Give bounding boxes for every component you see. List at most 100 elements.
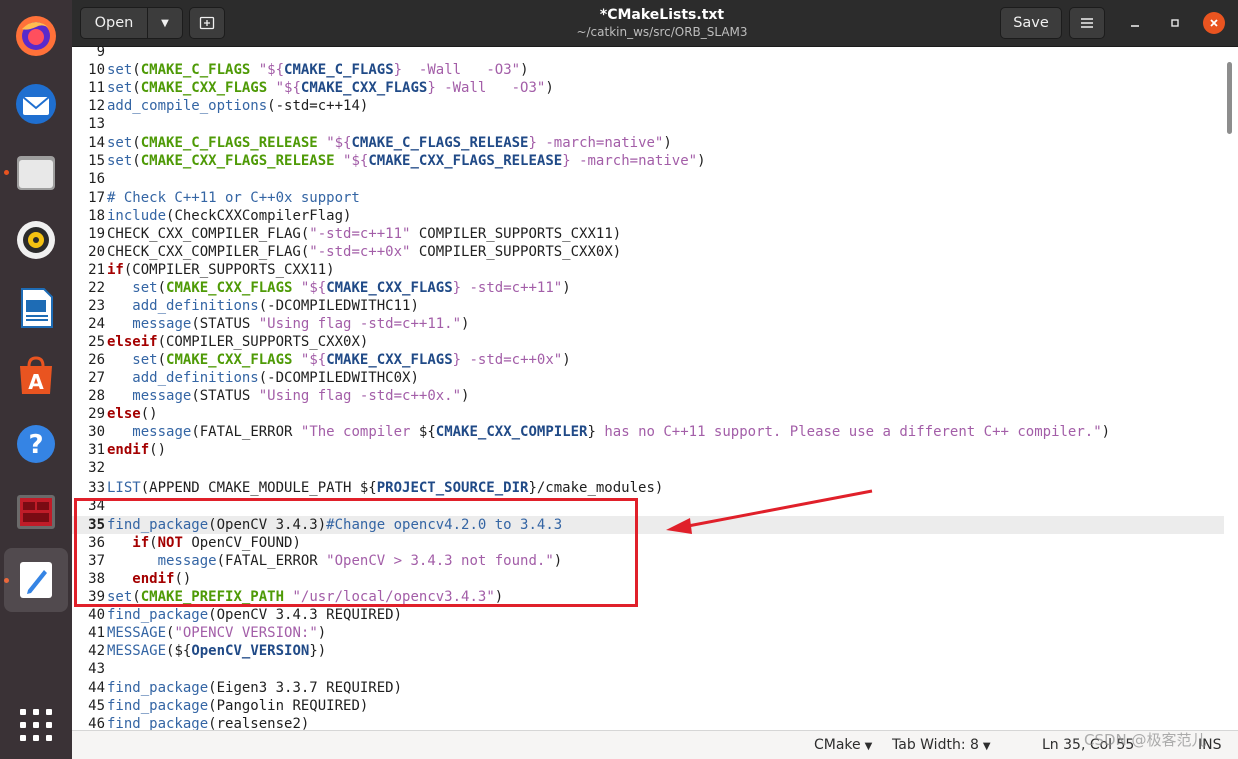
code-token: set [107,135,133,151]
software-icon[interactable]: A [10,350,62,402]
code-line[interactable]: add_compile_options(-std=c++14) [107,97,368,115]
code-token: CHECK_CXX_COMPILER_FLAG( [107,226,310,242]
language-selector[interactable]: CMake ▼ [814,737,872,753]
save-button[interactable]: Save [1000,7,1062,39]
code-line[interactable]: LIST(APPEND CMAKE_MODULE_PATH ${PROJECT_… [107,479,663,497]
code-token: ) [317,625,327,641]
code-token: add_compile_options [107,98,268,114]
watermark: CSDN @极客范儿 [1084,731,1207,749]
code-line[interactable]: endif() [107,441,166,459]
thunderbird-icon[interactable] [10,78,62,130]
code-line[interactable]: set(CMAKE_C_FLAGS "${CMAKE_C_FLAGS} -Wal… [107,61,529,79]
code-line[interactable]: message(STATUS "Using flag -std=c++0x.") [107,387,469,405]
hamburger-menu-button[interactable] [1069,7,1105,39]
code-token: (STATUS [191,388,259,404]
code-token: () [149,442,167,458]
code-token: }) [309,643,327,659]
code-token: find_package [107,698,209,714]
writer-icon[interactable] [10,282,62,334]
maximize-button[interactable] [1164,12,1186,34]
code-token: find_package [107,607,209,623]
line-number: 14 [88,135,105,151]
rhythmbox-icon[interactable] [10,214,62,266]
code-line[interactable]: set(CMAKE_CXX_FLAGS "${CMAKE_CXX_FLAGS} … [107,79,554,97]
code-token: CMAKE_CXX_FLAGS [300,80,428,96]
code-editor[interactable]: 9 10 set(CMAKE_C_FLAGS "${CMAKE_C_FLAGS} -… [72,47,1238,730]
firefox-icon[interactable] [10,10,62,62]
code-line[interactable]: find_package(realsense2) [107,715,309,730]
line-number: 42 [88,643,105,659]
code-token: ) [1101,424,1111,440]
app-grid-icon[interactable] [20,709,52,741]
line-number: 29 [88,406,105,422]
code-line[interactable]: else() [107,405,158,423]
code-line[interactable]: find_package(OpenCV 3.4.3 REQUIRED) [107,606,402,624]
code-token: (Pangolin REQUIRED) [208,698,369,714]
text-editor-icon[interactable] [4,548,68,612]
code-line[interactable]: elseif(COMPILER_SUPPORTS_CXX0X) [107,333,368,351]
window-title: *CMakeLists.txt [599,7,725,23]
code-token: (APPEND CMAKE_MODULE_PATH ${ [140,480,377,496]
code-line[interactable]: set(CMAKE_CXX_FLAGS "${CMAKE_CXX_FLAGS} … [107,279,570,297]
code-line[interactable]: set(CMAKE_CXX_FLAGS_RELEASE "${CMAKE_CXX… [107,152,706,170]
code-line[interactable]: CHECK_CXX_COMPILER_FLAG("-std=c++11" COM… [107,225,621,243]
line-number: 9 [96,47,105,60]
line-number: 15 [88,153,105,169]
line-number: 21 [88,262,105,278]
line-number: 22 [88,280,105,296]
annotation-highlight-box [74,498,638,607]
terminal-icon[interactable] [10,486,62,538]
code-line[interactable]: message(STATUS "Using flag -std=c++11.") [107,315,469,333]
help-icon[interactable]: ? [10,418,62,470]
code-line[interactable]: add_definitions(-DCOMPILEDWITHC0X) [107,369,419,387]
code-token: CMAKE_CXX_FLAGS [166,352,293,368]
open-dropdown-button[interactable]: ▼ [147,7,183,39]
code-token: } -Wall -O3" [393,62,521,78]
code-line[interactable]: MESSAGE("OPENCV VERSION:") [107,624,326,642]
tab-width-selector[interactable]: Tab Width: 8 ▼ [892,737,991,753]
code-token: ) [663,135,672,151]
code-line[interactable]: set(CMAKE_C_FLAGS_RELEASE "${CMAKE_C_FLA… [107,134,672,152]
code-line[interactable]: find_package(Eigen3 3.3.7 REQUIRED) [107,679,402,697]
line-number: 31 [88,442,105,458]
header-bar: Open ▼ *CMakeLists.txt ~/catkin_ws/src/O… [72,0,1238,47]
line-number: 11 [88,80,105,96]
window-subtitle: ~/catkin_ws/src/ORB_SLAM3 [576,25,748,39]
code-line[interactable]: find_package(Pangolin REQUIRED) [107,697,368,715]
code-line[interactable]: include(CheckCXXCompilerFlag) [107,207,351,225]
files-icon[interactable] [10,146,62,198]
line-number: 19 [88,226,105,242]
code-line[interactable]: MESSAGE(${OpenCV_VERSION}) [107,642,326,660]
line-number: 12 [88,98,105,114]
close-icon [1210,19,1218,27]
code-token: "Using flag -std=c++11." [258,316,462,332]
vertical-scrollbar[interactable] [1224,52,1234,728]
code-line[interactable]: # Check C++11 or C++0x support [107,189,360,207]
code-line[interactable]: add_definitions(-DCOMPILEDWITHC11) [107,297,419,315]
code-token: } [587,424,596,440]
code-token: "${ [326,135,352,151]
close-button[interactable] [1203,12,1225,34]
code-line[interactable]: CHECK_CXX_COMPILER_FLAG("-std=c++0x" COM… [107,243,621,261]
minimize-button[interactable] [1124,12,1146,34]
new-document-button[interactable] [189,7,225,39]
code-token: } -march=native" [562,153,698,169]
code-line[interactable]: if(COMPILER_SUPPORTS_CXX11) [107,261,335,279]
svg-text:?: ? [28,430,43,460]
line-number: 27 [88,370,105,386]
open-button[interactable]: Open [80,7,148,39]
code-token: ( [132,80,141,96]
code-token: ) [545,80,554,96]
code-token: endif [107,442,150,458]
line-number: 30 [88,424,105,440]
scrollbar-thumb[interactable] [1227,62,1232,134]
code-line[interactable]: set(CMAKE_CXX_FLAGS "${CMAKE_CXX_FLAGS} … [107,351,570,369]
code-line[interactable]: message(FATAL_ERROR "The compiler ${CMAK… [107,423,1110,441]
line-number: 44 [88,680,105,696]
code-token: CMAKE_CXX_FLAGS [326,280,453,296]
language-label: CMake [814,737,861,753]
code-token: set [132,280,158,296]
